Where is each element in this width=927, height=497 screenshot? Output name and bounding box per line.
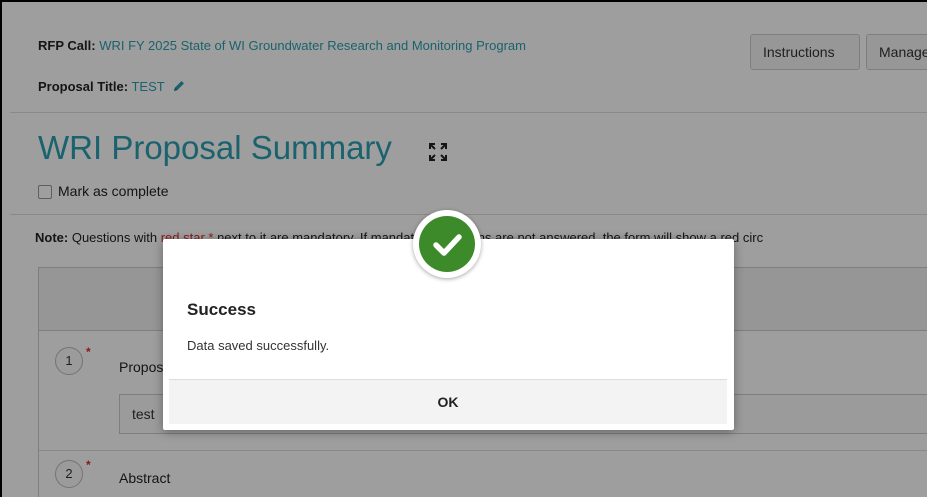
success-badge	[413, 210, 481, 278]
dialog-title: Success	[187, 300, 256, 319]
dialog-message: Data saved successfully.	[187, 338, 330, 353]
success-circle	[419, 216, 475, 272]
checkmark-icon	[433, 234, 462, 256]
ok-button[interactable]: OK	[169, 379, 727, 424]
